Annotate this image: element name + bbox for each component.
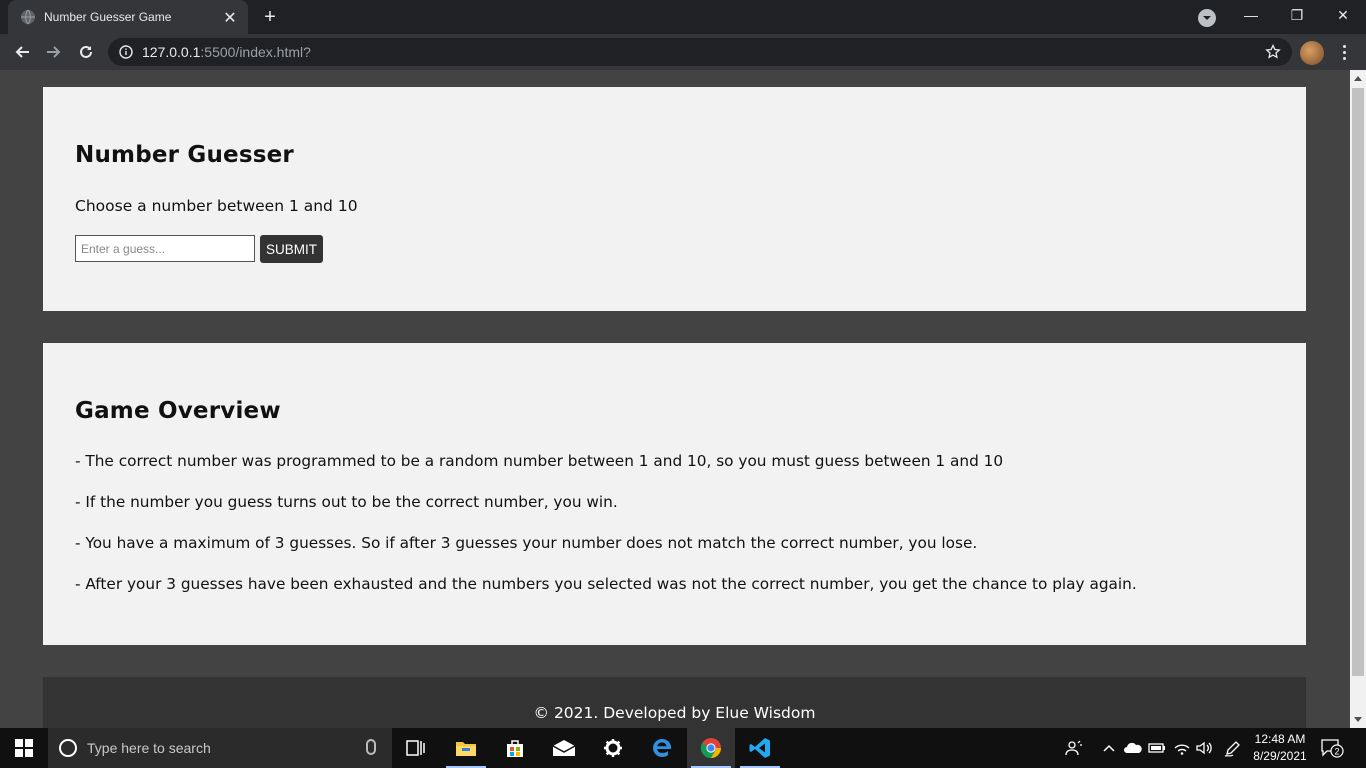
page-scrollbar[interactable] <box>1350 70 1366 728</box>
page-footer: © 2021. Developed by Elue Wisdom <box>43 677 1306 728</box>
bookmark-star-icon[interactable] <box>1264 43 1282 61</box>
globe-icon <box>20 9 36 25</box>
scroll-up-icon[interactable] <box>1350 70 1366 86</box>
action-center-icon[interactable]: 2 <box>1320 738 1344 758</box>
tab-title: Number Guesser Game <box>44 10 172 24</box>
microsoft-store-icon[interactable] <box>491 728 539 768</box>
info-icon[interactable] <box>118 44 134 60</box>
url-host: 127.0.0.1 <box>142 44 201 60</box>
profile-avatar[interactable] <box>1300 41 1324 65</box>
mail-icon[interactable] <box>540 728 588 768</box>
taskbar-clock[interactable]: 12:48 AM 8/29/2021 <box>1248 731 1312 765</box>
microphone-icon[interactable] <box>366 739 376 755</box>
new-tab-button[interactable]: + <box>258 5 282 29</box>
footer-credit: © 2021. Developed by Elue Wisdom <box>533 704 816 722</box>
people-icon[interactable] <box>1064 738 1084 758</box>
clock-time: 12:48 AM <box>1254 732 1306 746</box>
game-title: Number Guesser <box>75 142 294 168</box>
edge-icon[interactable] <box>638 728 686 768</box>
game-card: Number Guesser Choose a number between 1… <box>43 87 1306 311</box>
battery-icon[interactable] <box>1147 738 1167 758</box>
rule-item: - The correct number was programmed to b… <box>75 452 1004 470</box>
wifi-icon[interactable] <box>1172 738 1192 758</box>
settings-icon[interactable] <box>589 728 637 768</box>
rule-item: - You have a maximum of 3 guesses. So if… <box>75 534 978 552</box>
taskbar-search-placeholder: Type here to search <box>87 740 211 756</box>
reload-icon[interactable] <box>72 38 100 66</box>
taskbar-search[interactable]: Type here to search <box>48 728 392 768</box>
page-viewport: Number Guesser Choose a number between 1… <box>0 70 1350 728</box>
volume-icon[interactable] <box>1194 738 1214 758</box>
tab-strip: Number Guesser Game ✕ + — ❐ ✕ <box>0 0 1366 34</box>
guess-input[interactable] <box>75 235 255 262</box>
address-bar[interactable]: 127.0.0.1:5500/index.html? <box>108 38 1292 66</box>
overview-title: Game Overview <box>75 398 281 424</box>
back-icon[interactable] <box>8 38 36 66</box>
pen-workspace-icon[interactable] <box>1223 738 1243 758</box>
submit-button[interactable]: SUBMIT <box>260 235 323 263</box>
onedrive-icon[interactable] <box>1123 738 1143 758</box>
browser-tab[interactable]: Number Guesser Game ✕ <box>8 0 248 34</box>
tab-search-icon[interactable] <box>1198 9 1216 27</box>
url-path: :5500/index.html? <box>200 44 311 60</box>
minimize-button[interactable]: — <box>1228 0 1274 30</box>
rule-item: - After your 3 guesses have been exhaust… <box>75 575 1137 593</box>
tab-close-icon[interactable]: ✕ <box>220 7 240 27</box>
url-text: 127.0.0.1:5500/index.html? <box>142 44 311 60</box>
show-hidden-icons-icon[interactable] <box>1099 738 1119 758</box>
task-view-icon[interactable] <box>392 728 440 768</box>
file-explorer-icon[interactable] <box>442 728 490 768</box>
forward-icon[interactable] <box>40 38 68 66</box>
scroll-down-icon[interactable] <box>1350 712 1366 728</box>
browser-menu-icon[interactable] <box>1334 40 1354 64</box>
close-window-button[interactable]: ✕ <box>1320 0 1366 30</box>
maximize-button[interactable]: ❐ <box>1274 0 1320 30</box>
windows-taskbar: Type here to search 12:48 AM 8/29/2021 2 <box>0 728 1366 768</box>
cortana-icon <box>59 739 77 757</box>
scroll-thumb[interactable] <box>1352 88 1364 676</box>
rule-item: - If the number you guess turns out to b… <box>75 493 618 511</box>
chrome-icon[interactable] <box>687 728 735 768</box>
clock-date: 8/29/2021 <box>1253 749 1307 763</box>
vscode-icon[interactable] <box>736 728 784 768</box>
browser-toolbar: 127.0.0.1:5500/index.html? <box>0 34 1366 70</box>
game-instruction: Choose a number between 1 and 10 <box>75 197 358 215</box>
windows-start-icon[interactable] <box>0 728 48 768</box>
overview-card: Game Overview - The correct number was p… <box>43 343 1306 645</box>
notification-count: 2 <box>1334 747 1339 757</box>
